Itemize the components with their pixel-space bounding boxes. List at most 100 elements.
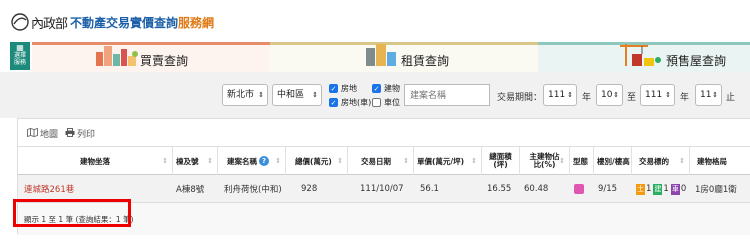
land-badge-icon: 土 [636,183,645,195]
district-select-value: 中和區 [277,90,305,100]
ministry-name: 內政部 [31,16,68,32]
column-label: 單價(萬元/坪) [417,156,465,166]
sort-icon: ⇕ [403,157,409,165]
column-label: 交易標的 [639,156,669,166]
sort-icon: ⇕ [162,157,168,165]
checkbox-label: 車位 [384,98,400,107]
cell-building-no: A棟8號 [176,185,205,195]
end-year-value: 111 [645,90,663,100]
checkbox-building[interactable]: ✓ 建物 [372,83,400,94]
end-month-select[interactable]: 11 ⇕ [695,84,722,106]
end-year-select[interactable]: 111 ⇕ [640,84,675,106]
start-year-select[interactable]: 111 ⇕ [543,84,577,106]
column-header-building-no[interactable]: 棟及號 ⇕ [173,147,218,175]
cell-main-ratio: 60.48 [524,184,549,194]
checkbox-land-building-parking[interactable]: ✓ 房地(車) [329,97,371,108]
cell-layout: 1房0廳1衛 [695,185,737,195]
map-button[interactable]: 地圖 [27,127,58,140]
end-label: 止 [726,93,736,103]
building-count: 1 [663,184,669,194]
printer-icon [65,127,77,140]
checkbox-label: 建物 [384,84,400,93]
column-header-project[interactable]: 建案名稱 ? ⇕ [218,147,286,175]
column-header-type[interactable]: 型態 [570,147,594,175]
select-arrow-icon: ⇕ [712,91,718,99]
city-buildings-icon [94,42,140,70]
service-menu-line1: 選擇 [13,52,26,59]
address-link[interactable]: 連城路261巷 [24,183,74,195]
help-icon[interactable]: ? [259,156,269,166]
checkbox-checked-icon: ✓ [372,84,381,93]
service-menu-button[interactable]: ▦ 選擇 服務 [10,42,30,70]
year-unit-label: 年 [582,93,592,103]
tab-rent-label: 租賃查詢 [401,54,450,68]
cell-project: 利舟荷悅(中和) [224,185,282,195]
service-tabs: ▦ 選擇 服務 買賣查詢 租賃查詢 預售屋查詢 [0,42,750,72]
select-arrow-icon: ⇕ [258,91,264,99]
column-label: 建物坐落 [80,156,110,166]
ministry-emblem-icon [10,12,30,32]
tab-presale-query[interactable]: 預售屋查詢 [538,42,750,72]
site-header: 內政部 不動產交易實價查詢 服務網 [0,0,750,42]
land-count: 1 [646,184,652,194]
column-label: 總面積(坪) [489,152,512,169]
column-header-floor[interactable]: 樓別/樓高 [594,147,632,175]
sort-icon: ⇕ [207,157,213,165]
building-type-icon [574,184,584,194]
sort-icon: ⇕ [471,157,477,165]
grid-icon: ▦ [16,43,24,52]
service-menu-line2: 服務 [13,59,26,66]
sort-icon: ⇕ [559,157,565,165]
city-select[interactable]: 新北市 ⇕ [222,84,268,106]
checkbox-checked-icon: ✓ [329,98,338,107]
cell-type [574,175,585,203]
cell-floor: 9/15 [598,184,618,194]
district-select[interactable]: 中和區 ⇕ [272,84,322,106]
cell-area: 16.55 [487,184,512,194]
city-select-value: 新北市 [227,90,255,100]
column-header-area[interactable]: 總面積(坪) [482,147,520,175]
tab-buy-query[interactable]: 買賣查詢 [32,42,270,72]
tab-buy-label: 買賣查詢 [140,54,189,68]
sort-icon: ⇕ [275,157,281,165]
sort-icon: ⇕ [679,157,685,165]
sort-icon: ⇕ [337,157,343,165]
column-label: 建物格局 [697,156,727,166]
to-label: 至 [627,93,637,103]
column-header-address[interactable]: 建物坐落 ⇕ [18,147,173,175]
select-arrow-icon: ⇕ [312,91,318,99]
results-toolbar: 地圖 列印 [18,119,750,147]
column-label: 樓別/樓高 [597,156,630,166]
start-month-select[interactable]: 10 ⇕ [596,84,623,106]
column-header-target[interactable]: 交易標的 ⇕ [632,147,690,175]
parking-badge-icon: 車 [670,183,680,195]
year-unit-label: 年 [680,93,690,103]
checkbox-parking[interactable]: 車位 [372,97,400,108]
column-header-main-ratio[interactable]: 主建物佔比(%) ⇕ [520,147,570,175]
map-button-label: 地圖 [40,130,59,140]
column-header-date[interactable]: 交易日期 ⇕ [348,147,414,175]
cell-target: 土 1 建 1 車 0 [636,175,686,203]
column-label: 棟及號 [176,156,199,166]
crane-construction-icon [618,42,662,70]
project-name-input[interactable] [404,84,490,106]
column-header-layout[interactable]: 建物格局 [690,147,750,175]
select-arrow-icon: ⇕ [665,91,671,99]
checkbox-land-building[interactable]: ✓ 房地 [329,83,357,94]
cell-date: 111/10/07 [360,184,404,194]
tab-rent-query[interactable]: 租賃查詢 [270,42,538,72]
building-badge-icon: 建 [653,183,663,195]
site-logo[interactable]: 內政部 不動產交易實價查詢 服務網 [10,12,214,32]
column-header-unit-price[interactable]: 單價(萬元/坪) ⇕ [414,147,482,175]
checkbox-label: 房地 [341,84,357,93]
print-button[interactable]: 列印 [65,127,95,140]
start-year-value: 111 [548,90,566,100]
column-label: 建案名稱 [227,156,257,166]
column-label: 主建物佔比(%) [529,152,560,169]
column-label: 交易日期 [361,156,391,166]
cell-unit-price: 56.1 [420,184,439,194]
search-filter-bar: 新北市 ⇕ 中和區 ⇕ ✓ 房地 ✓ 建物 ✓ 房地(車) 車位 交易期間： 1… [0,72,750,118]
table-header: 建物坐落 ⇕ 棟及號 ⇕ 建案名稱 ? ⇕ 總價(萬元) ⇕ 交易日期 ⇕ 單價(萬元/… [18,147,750,175]
checkbox-checked-icon: ✓ [329,84,338,93]
column-header-total-price[interactable]: 總價(萬元) ⇕ [286,147,348,175]
